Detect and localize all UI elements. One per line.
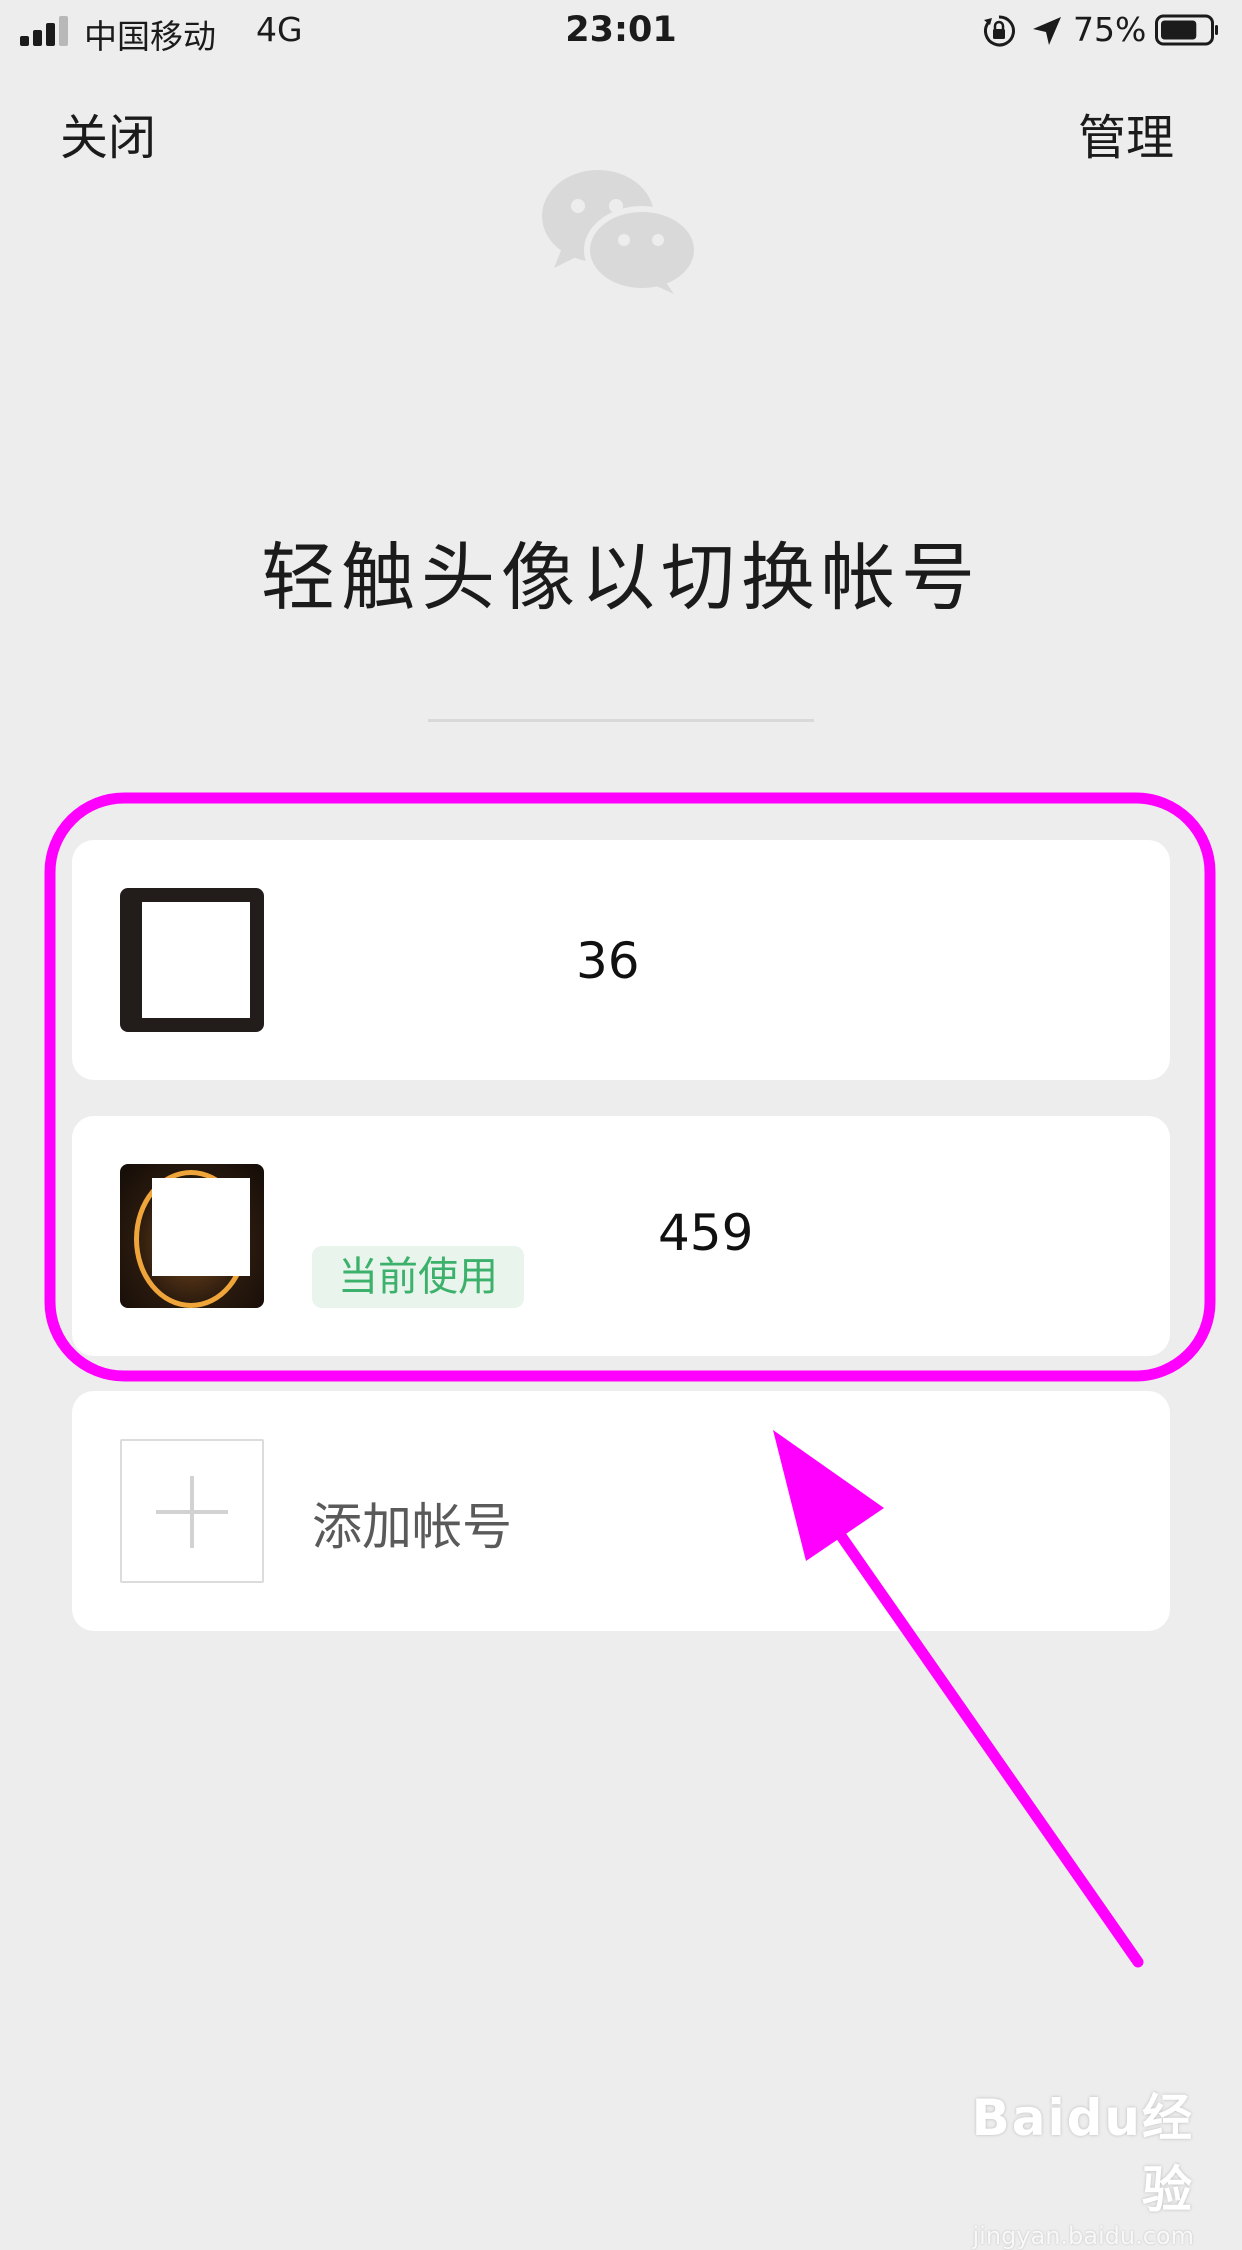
avatar-image <box>142 902 250 1018</box>
divider <box>428 719 814 722</box>
avatar-image <box>152 1178 250 1276</box>
avatar[interactable] <box>120 888 264 1032</box>
account-card[interactable]: 36 <box>72 840 1170 1080</box>
orientation-lock-icon <box>984 15 1015 47</box>
add-account-button[interactable]: 添加帐号 <box>72 1391 1170 1631</box>
manage-button[interactable]: 管理 <box>1078 98 1174 168</box>
location-arrow-icon <box>1033 17 1061 45</box>
add-account-label: 添加帐号 <box>312 1498 512 1556</box>
current-badge: 当前使用 <box>312 1246 524 1308</box>
status-bar: 中国移动 4G 23:01 75% <box>0 0 1242 64</box>
watermark-brand: Baidu经验 <box>971 2089 1194 2219</box>
watermark: Baidu经验 jingyan.baidu.com <box>954 2078 1194 2250</box>
account-name: 36 <box>576 932 640 990</box>
plus-icon <box>120 1439 264 1583</box>
avatar[interactable] <box>120 1164 264 1308</box>
account-name: 459 <box>658 1204 754 1262</box>
wechat-logo-icon <box>542 170 700 294</box>
battery-percent: 75% <box>1073 10 1147 49</box>
annotation-overlay <box>44 792 1216 1968</box>
battery-icon <box>1155 14 1218 46</box>
account-card-current[interactable]: 459 当前使用 <box>72 1116 1170 1356</box>
watermark-url: jingyan.baidu.com <box>972 2222 1194 2250</box>
close-button[interactable]: 关闭 <box>60 98 156 168</box>
page-title: 轻触头像以切换帐号 <box>261 535 981 621</box>
